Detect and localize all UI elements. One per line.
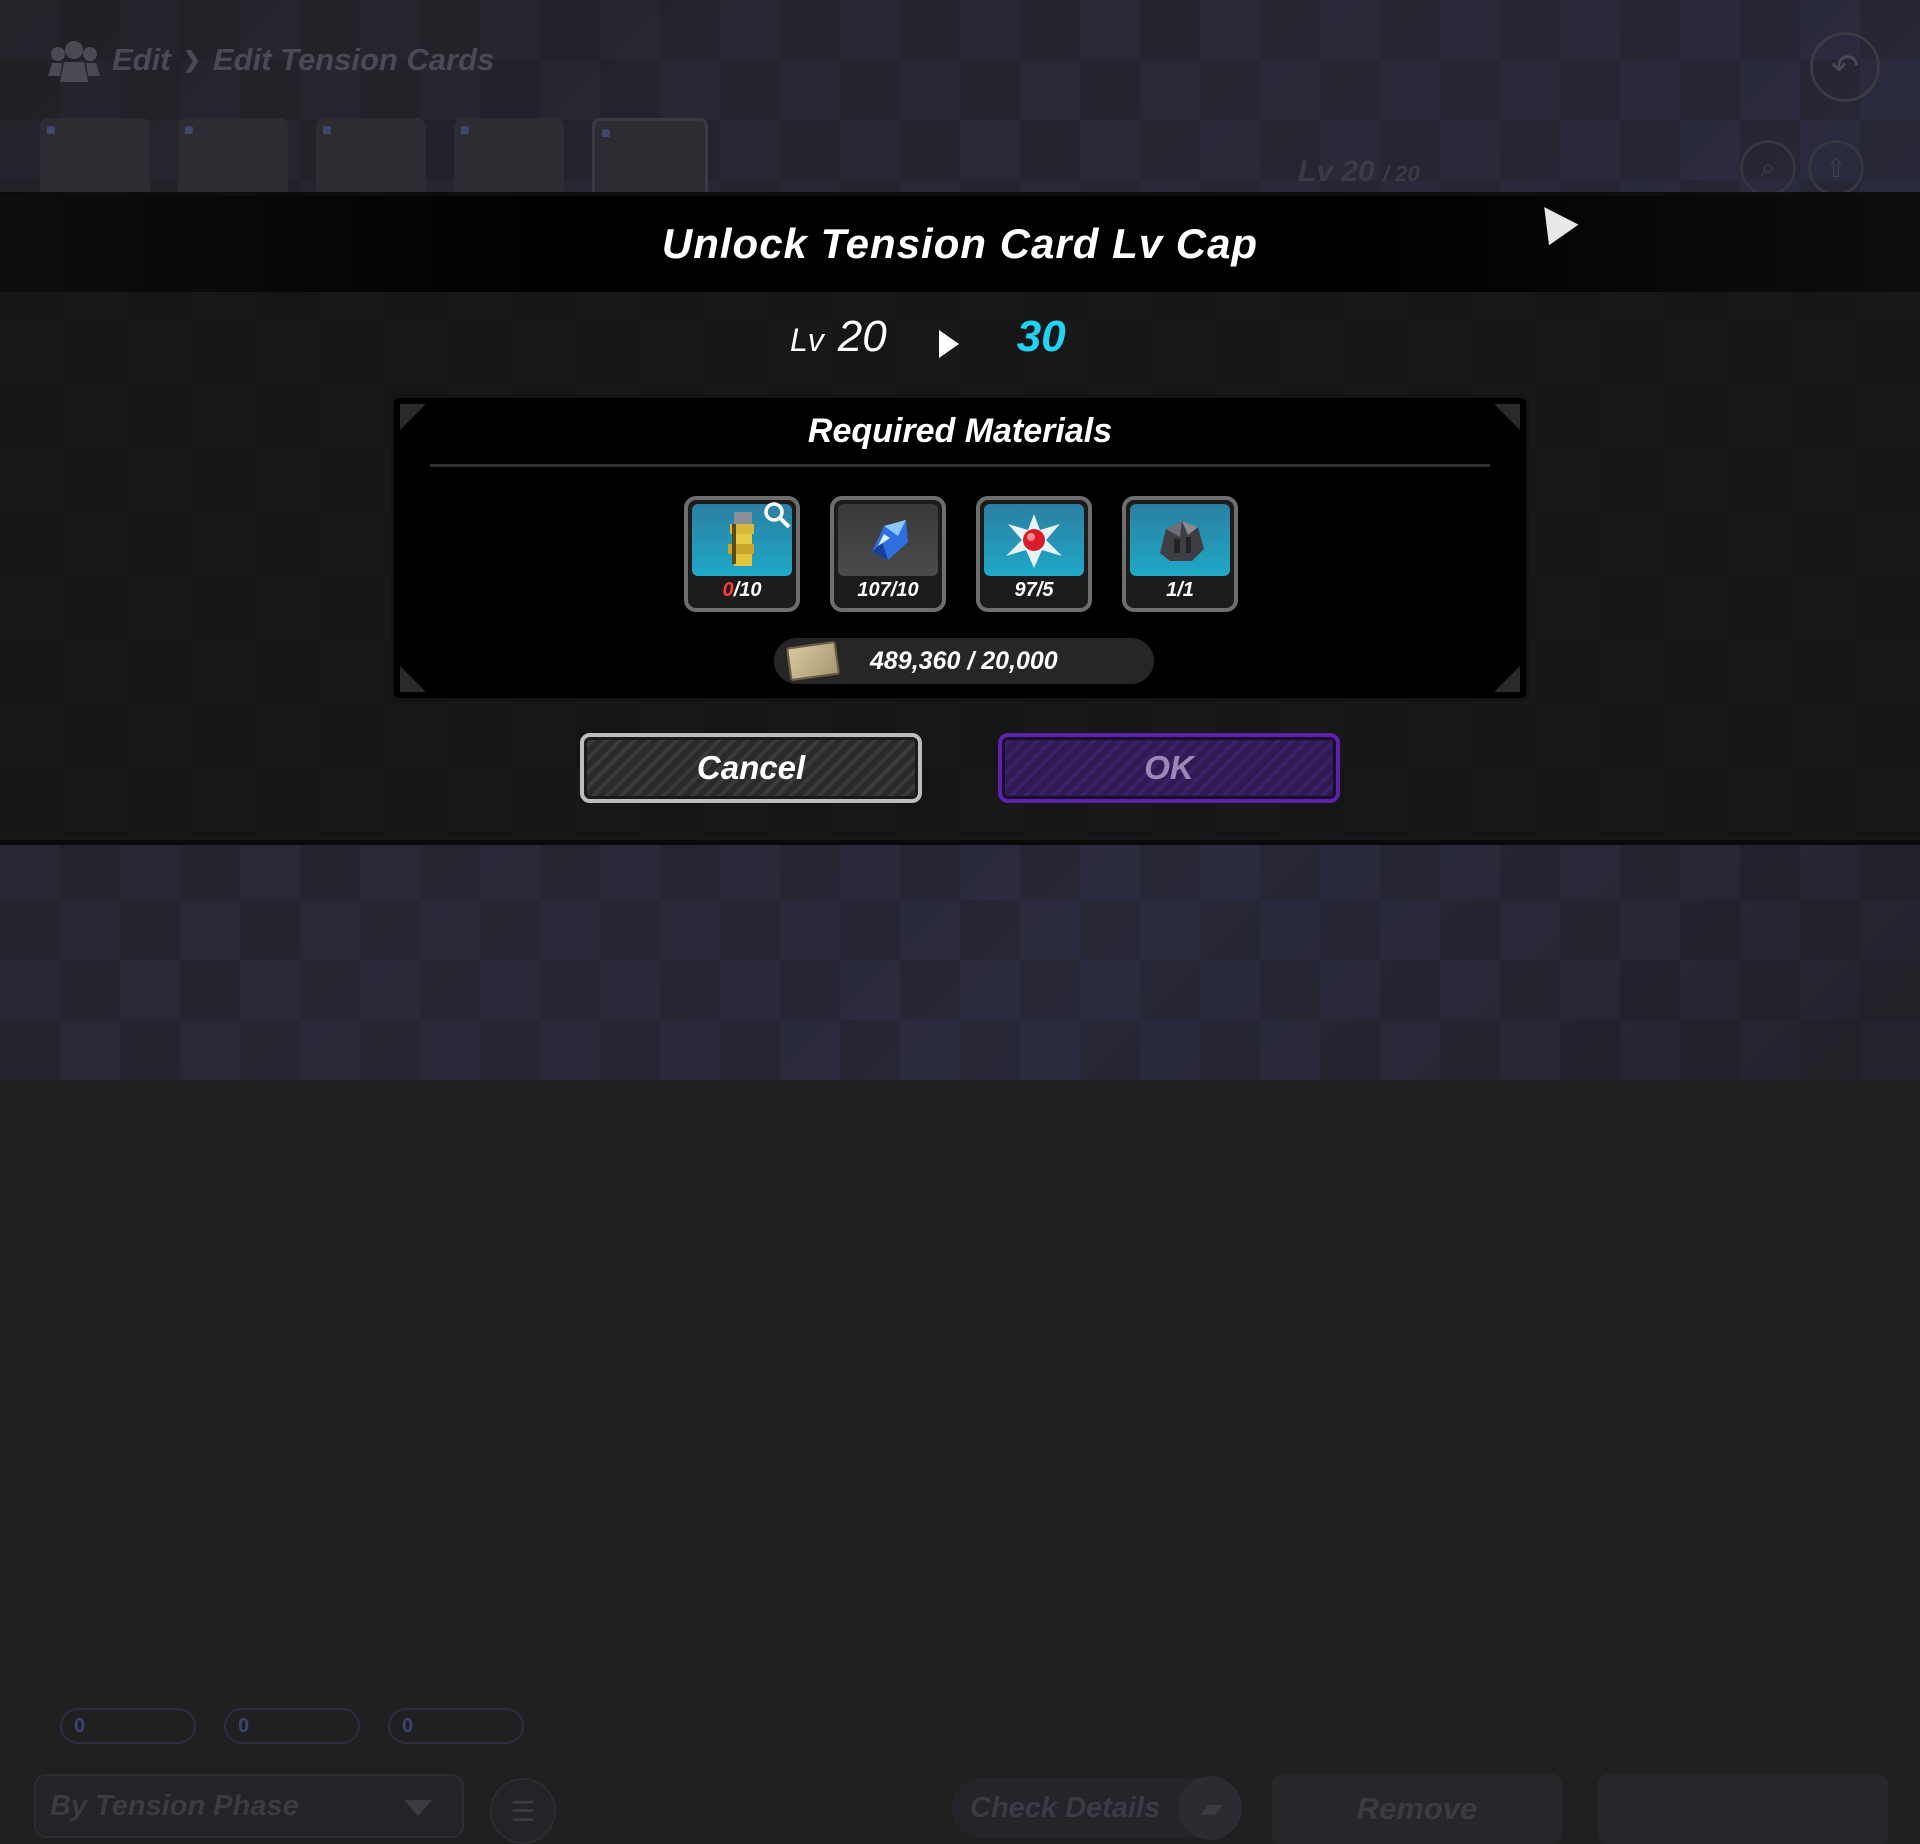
material-art [1130,504,1230,576]
breadcrumb-current: Edit Tension Cards [213,42,495,77]
material-have: 97 [1014,579,1037,601]
card-level-max: / 20 [1383,161,1420,186]
material-need: /5 [1036,579,1054,601]
material-count: 1/1 [1126,579,1234,602]
blue-gem-icon [872,520,908,560]
material-have: 1 [1166,579,1178,601]
character-row: ■ ■ ■ ■ ■ [40,118,708,201]
slot-badge: ■ [601,125,611,142]
sort-dropdown[interactable]: By Tension Phase [34,1774,464,1838]
cancel-label: Cancel [696,749,806,786]
phase-tag: 0 [60,1708,196,1744]
breadcrumb: Edit ❯ Edit Tension Cards [48,36,494,84]
materials-list: 0/10 107/10 97/5 1/1 [684,496,1238,612]
confirm-edit-button[interactable] [1598,1774,1888,1844]
material-art [984,504,1084,576]
phase-tag-value: 0 [74,1714,86,1737]
material-count: 97/5 [980,579,1088,602]
material-item[interactable]: 107/10 [830,496,946,612]
material-have: 107 [857,579,891,601]
card-level: Lv 20 / 20 [1298,155,1420,189]
character-slot[interactable]: ■ [316,118,426,198]
level-from: 20 [837,312,887,361]
return-arrow-icon: ↶ [1830,48,1860,86]
level-label: Lv [790,322,824,358]
slot-badge: ■ [322,122,332,139]
materials-title: Required Materials [807,412,1113,450]
level-up-arrow-icon: ⇧ [1825,152,1847,183]
character-slot[interactable]: ■ [454,118,564,198]
phase-tag: 0 [224,1708,360,1744]
party-icon [48,36,100,84]
material-art [838,504,938,576]
phase-tag-value: 0 [402,1714,414,1737]
material-have: 0 [722,579,734,601]
level-to: 30 [1016,312,1066,361]
material-need: /10 [890,579,919,601]
cards-icon: ▰ [1178,1776,1242,1840]
material-item[interactable]: 0/10 [684,496,800,612]
ok-label: OK [1144,749,1194,786]
bottom-bar: 0 0 0 By Tension Phase ☰ Check Details ▰… [0,840,1920,1844]
panel-corner-decoration [400,666,426,692]
money-bill-icon [785,640,841,682]
panel-corner-decoration [1494,666,1520,692]
magnifier-icon[interactable] [762,500,792,530]
currency-cost: 489,360 / 20,000 [774,638,1154,684]
character-slot[interactable]: ■ [178,118,288,198]
currency-amount: 489,360 / 20,000 [870,646,1058,675]
material-item[interactable]: 1/1 [1122,496,1238,612]
check-details-label: Check Details [970,1791,1161,1824]
arrow-right-icon [938,330,959,358]
materials-panel: Required Materials 0/10 107/10 97/5 1/1 … [390,394,1530,702]
red-orb-burst-icon [1006,514,1062,568]
slot-badge: ■ [460,122,470,139]
sort-order-icon: ☰ [510,1795,536,1827]
character-slot-selected[interactable]: ■ [592,118,708,201]
ok-button[interactable]: OK [998,733,1340,803]
card-level-value: Lv 20 [1298,155,1375,188]
material-need: /10 [733,579,762,601]
top-bar: Edit ❯ Edit Tension Cards ↶ ■ ■ ■ ■ ■ Lv… [0,0,1920,201]
dialog-title: Unlock Tension Card Lv Cap [661,220,1259,267]
character-slot[interactable]: ■ [40,118,150,198]
chevron-down-icon [404,1800,432,1816]
phase-tags: 0 0 0 [60,1708,524,1744]
breadcrumb-parent[interactable]: Edit [112,42,171,78]
breadcrumb-separator: ❯ [182,47,201,72]
upgrade-button[interactable]: ⇧ [1808,140,1864,196]
material-count: 107/10 [834,579,942,602]
material-need: /1 [1177,579,1194,601]
sort-order-button[interactable]: ☰ [490,1778,556,1844]
check-details-button[interactable]: Check Details ▰ [952,1776,1242,1840]
search-icon: ⌕ [1760,152,1776,182]
back-button[interactable]: ↶ [1810,32,1880,102]
phase-tag: 0 [388,1708,524,1744]
remove-label: Remove [1356,1791,1478,1826]
remove-button[interactable]: Remove [1272,1774,1562,1844]
material-count: 0/10 [688,579,796,602]
cancel-button[interactable]: Cancel [580,733,922,803]
phase-tag-value: 0 [238,1714,250,1737]
search-button[interactable]: ⌕ [1740,140,1796,196]
level-change-row: Lv 20 30 [790,312,1066,376]
dialog-title-bar: Unlock Tension Card Lv Cap [0,196,1920,292]
sort-label: By Tension Phase [50,1789,299,1822]
divider [430,464,1490,467]
slot-badge: ■ [184,122,194,139]
dark-ore-icon [1160,521,1204,561]
material-item[interactable]: 97/5 [976,496,1092,612]
slot-badge: ■ [46,122,56,139]
